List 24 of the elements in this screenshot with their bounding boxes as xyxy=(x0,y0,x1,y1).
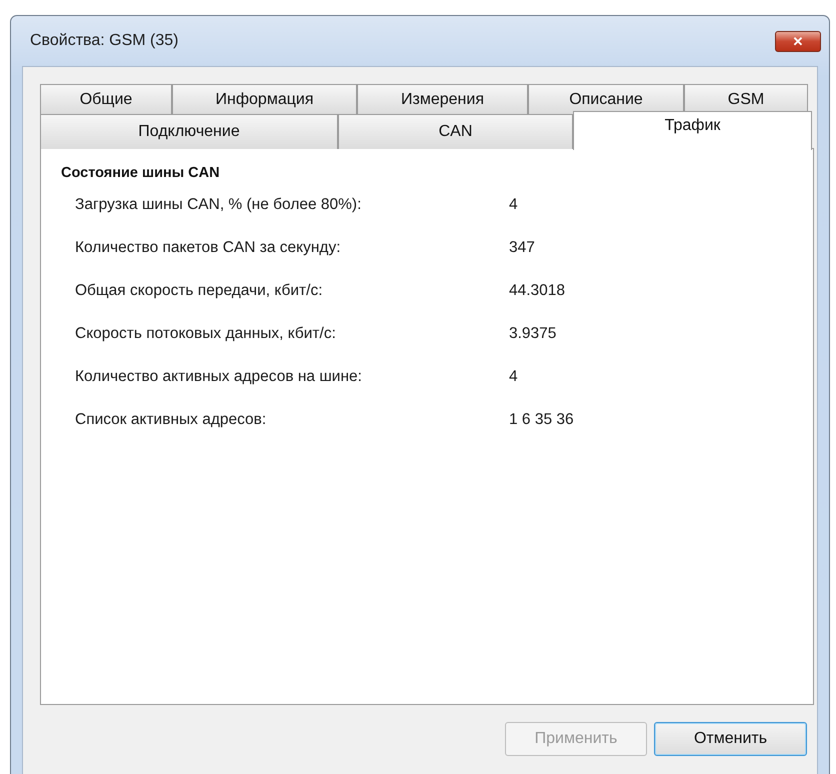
property-label: Скорость потоковых данных, кбит/с: xyxy=(74,325,337,344)
property-value: 4 xyxy=(509,368,518,387)
tab[interactable]: CAN xyxy=(338,114,573,149)
property-label: Загрузка шины CAN, % (не более 80%): xyxy=(74,196,362,215)
section-title: Состояние шины CAN xyxy=(61,165,221,181)
dialog-button[interactable]: Отменить xyxy=(654,722,807,756)
tab[interactable]: Подключение xyxy=(40,114,338,149)
tab[interactable]: Трафик xyxy=(573,111,812,150)
property-label: Количество активных адресов на шине: xyxy=(74,368,363,387)
property-label: Список активных адресов: xyxy=(74,411,268,430)
window-title: Свойства: GSM (35) xyxy=(29,32,178,50)
property-label: Общая скорость передачи, кбит/с: xyxy=(74,282,324,301)
tab[interactable]: Информация xyxy=(172,84,357,114)
property-value: 1 6 35 36 xyxy=(509,411,574,430)
property-value: 44.3018 xyxy=(509,282,566,301)
property-value: 347 xyxy=(509,239,535,258)
property-value: 3.9375 xyxy=(509,325,556,344)
tab[interactable]: Описание xyxy=(528,84,684,114)
tab[interactable]: Измерения xyxy=(357,84,528,114)
close-button[interactable]: ✕ xyxy=(775,30,821,52)
property-label: Количество пакетов CAN за секунду: xyxy=(74,239,342,258)
property-value: 4 xyxy=(509,196,518,215)
tab[interactable]: Общие xyxy=(40,84,172,114)
tab[interactable]: GSM xyxy=(684,84,808,114)
